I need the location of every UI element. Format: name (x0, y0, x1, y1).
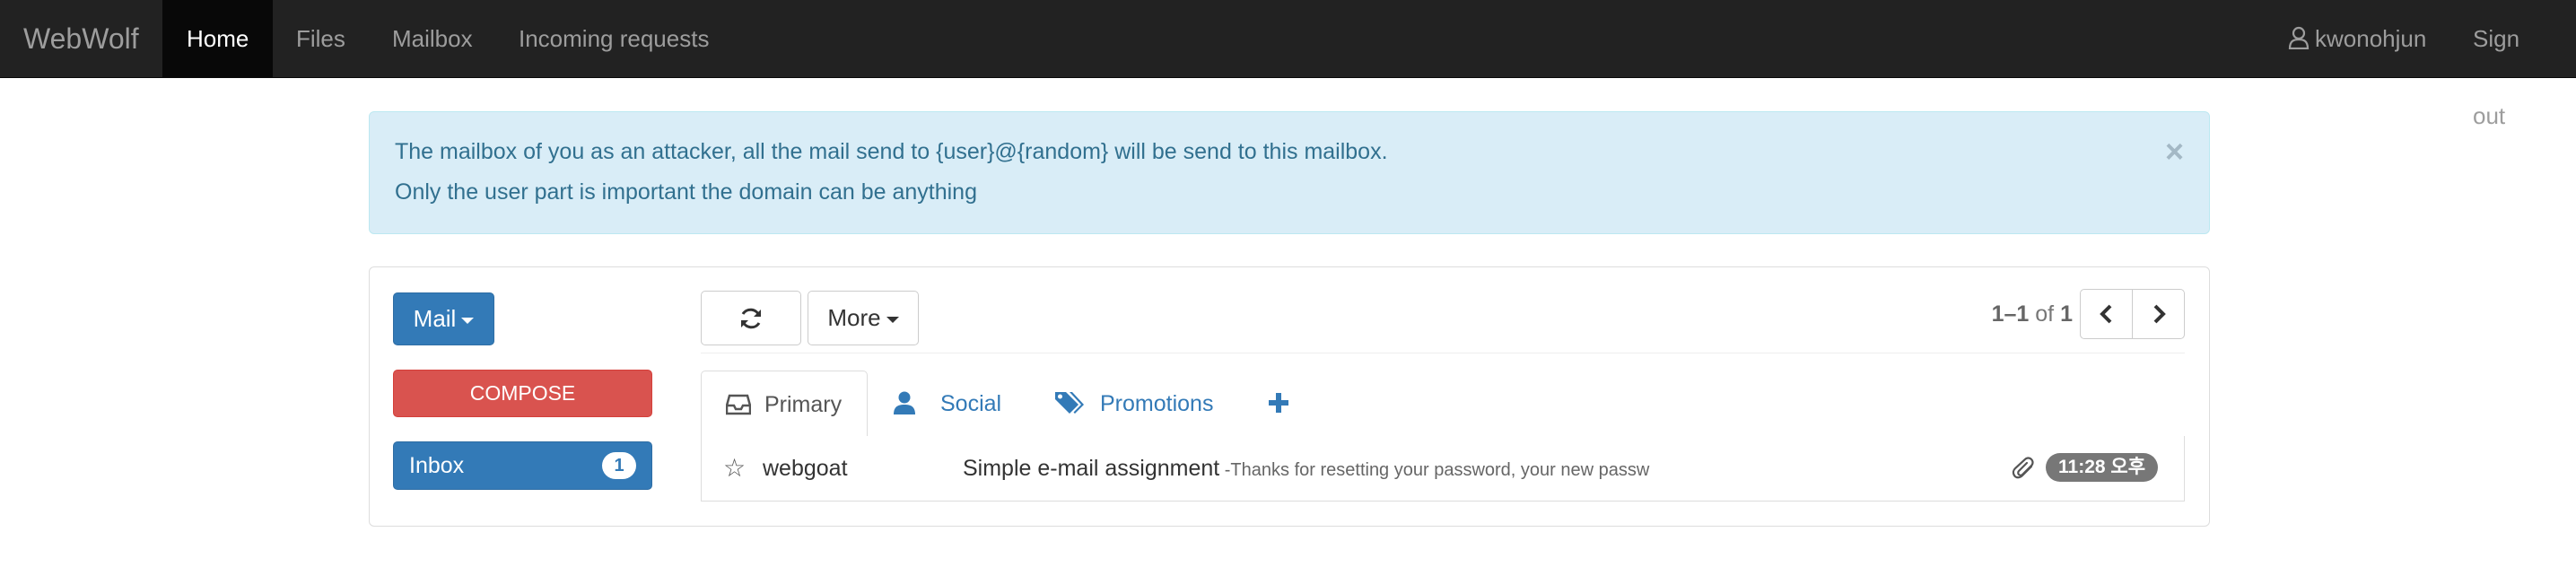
nav-files[interactable]: Files (272, 0, 370, 77)
mail-subject: Simple e-mail assignment (963, 456, 1220, 481)
refresh-icon (741, 308, 761, 329)
tab-promotions-label: Promotions (1100, 391, 1214, 416)
tab-add[interactable] (1268, 371, 1295, 437)
pagination-total: 1 (2060, 301, 2073, 327)
tab-primary[interactable]: Primary (701, 371, 868, 437)
mail-sender: webgoat (763, 456, 848, 481)
top-navbar: WebWolf Home Files Mailbox Incoming requ… (0, 0, 2576, 129)
nav-sign-out[interactable]: Sign out (2449, 0, 2576, 129)
table-row[interactable]: ☆ webgoat Simple e-mail assignment -Than… (701, 436, 2185, 502)
star-icon[interactable]: ☆ (723, 453, 746, 483)
pagination-of: of (2035, 301, 2055, 327)
caret-down-icon (886, 316, 899, 323)
tags-icon (1055, 392, 1084, 414)
inbox-icon (726, 394, 751, 415)
nav-incoming-requests[interactable]: Incoming requests (494, 0, 733, 77)
user-icon (894, 391, 915, 414)
brand-logo[interactable]: WebWolf (0, 0, 162, 77)
mail-snippet: -Thanks for resetting your password, you… (1219, 460, 1650, 480)
user-icon (2288, 26, 2310, 49)
alert-text-line1: The mailbox of you as an attacker, all t… (395, 139, 1388, 164)
compose-button[interactable]: COMPOSE (393, 370, 652, 417)
mail-button-label: Mail (413, 305, 457, 332)
tab-primary-label: Primary (764, 392, 843, 417)
caret-down-icon (461, 317, 475, 324)
inbox-count-badge: 1 (602, 452, 636, 479)
mail-subject-line: Simple e-mail assignment -Thanks for res… (963, 456, 1649, 482)
nav-home[interactable]: Home (162, 0, 274, 77)
inbox-label: Inbox (409, 453, 465, 478)
chevron-right-icon (2153, 304, 2166, 324)
tab-social-label: Social (940, 391, 1002, 416)
previous-page-button[interactable] (2080, 289, 2133, 339)
nav-mailbox[interactable]: Mailbox (368, 0, 497, 77)
next-page-button[interactable] (2132, 289, 2185, 339)
tab-promotions[interactable]: Promotions (1054, 371, 1234, 437)
nav-user-menu[interactable]: kwonohjun (2288, 0, 2426, 77)
mail-dropdown-button[interactable]: Mail (393, 292, 494, 345)
pagination-info: 1–1 of 1 (1974, 296, 2073, 332)
plus-icon (1269, 393, 1288, 413)
more-button-label: More (827, 304, 881, 331)
info-alert: The mailbox of you as an attacker, all t… (369, 111, 2210, 234)
nav-username: kwonohjun (2315, 25, 2427, 52)
paperclip-icon (2012, 457, 2034, 479)
chevron-left-icon (2100, 304, 2112, 324)
sidebar-item-inbox[interactable]: Inbox 1 (393, 441, 652, 490)
alert-close-button[interactable]: × (2165, 135, 2184, 168)
tab-social[interactable]: Social (893, 371, 1018, 437)
refresh-button[interactable] (701, 291, 801, 345)
pagination-range: 1–1 (1991, 301, 2030, 327)
mail-time-badge: 11:28 오후 (2046, 453, 2159, 482)
more-dropdown-button[interactable]: More (808, 291, 919, 345)
alert-text-line2: Only the user part is important the doma… (395, 179, 977, 205)
